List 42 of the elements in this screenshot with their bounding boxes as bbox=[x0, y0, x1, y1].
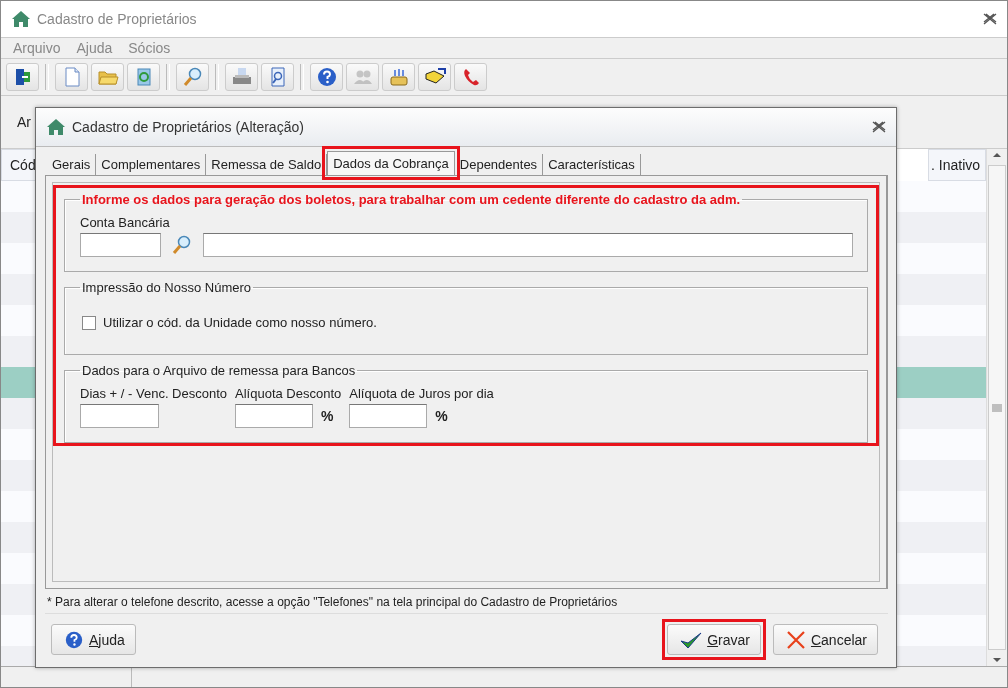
input-field[interactable] bbox=[80, 233, 161, 257]
toolbar-button[interactable] bbox=[6, 63, 39, 91]
close-icon[interactable] bbox=[983, 13, 997, 25]
field-label: Conta Bancária bbox=[80, 215, 171, 230]
field-label: Dias + / - Venc. Desconto bbox=[80, 386, 228, 401]
help-icon bbox=[315, 66, 338, 88]
cross-icon bbox=[785, 629, 806, 650]
window-title: Cadastro de Proprietários bbox=[37, 11, 198, 27]
check-icon bbox=[680, 630, 703, 649]
home-icon bbox=[11, 10, 31, 28]
search-icon bbox=[181, 66, 204, 88]
help-icon bbox=[64, 629, 84, 650]
cancel-button[interactable]: Cancelar bbox=[772, 624, 878, 655]
checkbox-label: Utilizar o cód. da Unidade como nosso número. bbox=[103, 315, 377, 330]
input-field[interactable] bbox=[80, 404, 159, 428]
save-button[interactable]: Gravar bbox=[667, 624, 761, 655]
toolbar-button[interactable] bbox=[454, 63, 487, 91]
group-title: Dados para o Arquivo de remessa para Bancos bbox=[81, 363, 357, 378]
field-label: Alíquota de Juros por dia bbox=[349, 386, 494, 401]
group-title: Impressão do Nosso Número bbox=[81, 280, 253, 295]
toolbar-button[interactable] bbox=[310, 63, 343, 91]
field-label: Alíquota Desconto bbox=[235, 386, 342, 401]
input-field[interactable] bbox=[349, 404, 428, 428]
input-field[interactable] bbox=[235, 404, 314, 428]
search-icon[interactable] bbox=[171, 234, 193, 256]
scroll-thumb[interactable] bbox=[988, 165, 1006, 650]
toolbar-button[interactable] bbox=[418, 63, 451, 91]
column-header[interactable]: . Inativo bbox=[928, 149, 986, 181]
help-button[interactable]: Ajuda bbox=[51, 624, 136, 655]
checkbox[interactable] bbox=[82, 315, 96, 330]
footnote: * Para alterar o telefone descrito, acesse a opção "Telefones" na tela principal do Cadastro de Proprietários bbox=[45, 589, 888, 614]
filter-label: Ar bbox=[17, 114, 31, 130]
cake-icon bbox=[387, 66, 410, 88]
home-icon bbox=[46, 118, 66, 136]
grip-icon bbox=[992, 403, 1002, 412]
input-field[interactable] bbox=[203, 233, 853, 257]
close-icon[interactable] bbox=[872, 121, 886, 133]
group-title: Informe os dados para geração dos boletos, para trabalhar com um cedente diferente do cadastro da adm. bbox=[81, 192, 742, 207]
percent-sign: % bbox=[435, 408, 448, 424]
dialog-title: Cadastro de Proprietários (Alteração) bbox=[72, 119, 305, 135]
toolbar-button[interactable] bbox=[261, 63, 294, 91]
percent-sign: % bbox=[321, 408, 334, 424]
